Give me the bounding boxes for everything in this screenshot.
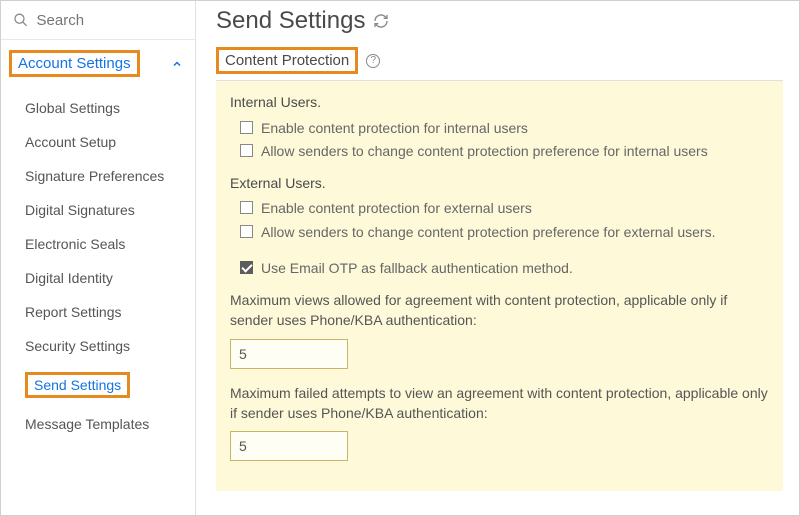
page-title-row: Send Settings <box>216 7 783 47</box>
nav-header-account-settings[interactable]: Account Settings <box>1 40 195 87</box>
sidebar-item-message-templates[interactable]: Message Templates <box>1 407 195 441</box>
checkbox-row-external-enable[interactable]: Enable content protection for external u… <box>230 199 769 219</box>
sidebar-item-global-settings[interactable]: Global Settings <box>1 91 195 125</box>
checkbox-external-enable[interactable] <box>240 201 253 214</box>
search-wrap <box>1 1 195 40</box>
content-protection-panel: Internal Users. Enable content protectio… <box>216 81 783 491</box>
max-failed-label: Maximum failed attempts to view an agree… <box>230 383 769 424</box>
chevron-up-icon <box>171 58 183 70</box>
nav-list: Global Settings Account Setup Signature … <box>1 87 195 445</box>
checkbox-row-internal-allow[interactable]: Allow senders to change content protecti… <box>230 142 769 162</box>
app-container: Account Settings Global Settings Account… <box>1 1 799 515</box>
checkbox-label: Enable content protection for internal u… <box>261 119 528 139</box>
checkbox-email-otp[interactable] <box>240 261 253 274</box>
search-icon <box>13 11 29 29</box>
section-title: Content Protection <box>216 47 358 74</box>
checkbox-internal-enable[interactable] <box>240 121 253 134</box>
sidebar-item-digital-signatures[interactable]: Digital Signatures <box>1 193 195 227</box>
sidebar-item-signature-preferences[interactable]: Signature Preferences <box>1 159 195 193</box>
sidebar-item-send-settings[interactable]: Send Settings <box>1 363 195 407</box>
max-views-input[interactable] <box>230 339 348 369</box>
checkbox-internal-allow[interactable] <box>240 144 253 157</box>
max-failed-input[interactable] <box>230 431 348 461</box>
search-input[interactable] <box>37 12 183 29</box>
internal-users-heading: Internal Users. <box>230 93 769 113</box>
sidebar-item-electronic-seals[interactable]: Electronic Seals <box>1 227 195 261</box>
checkbox-row-internal-enable[interactable]: Enable content protection for internal u… <box>230 119 769 139</box>
main-content: Send Settings Content Protection ? Inter… <box>196 1 799 515</box>
external-users-heading: External Users. <box>230 174 769 194</box>
checkbox-label: Allow senders to change content protecti… <box>261 223 715 243</box>
max-views-label: Maximum views allowed for agreement with… <box>230 290 769 331</box>
nav-header-label: Account Settings <box>9 50 140 77</box>
section-header: Content Protection ? <box>216 47 783 81</box>
page-title: Send Settings <box>216 7 365 35</box>
checkbox-label: Enable content protection for external u… <box>261 199 532 219</box>
checkbox-label: Use Email OTP as fallback authentication… <box>261 259 573 279</box>
help-icon[interactable]: ? <box>366 54 380 68</box>
sidebar: Account Settings Global Settings Account… <box>1 1 196 515</box>
sidebar-item-digital-identity[interactable]: Digital Identity <box>1 261 195 295</box>
checkbox-row-external-allow[interactable]: Allow senders to change content protecti… <box>230 223 769 243</box>
checkbox-label: Allow senders to change content protecti… <box>261 142 708 162</box>
checkbox-row-email-otp[interactable]: Use Email OTP as fallback authentication… <box>230 259 769 279</box>
sidebar-item-account-setup[interactable]: Account Setup <box>1 125 195 159</box>
refresh-icon[interactable] <box>373 13 389 29</box>
sidebar-item-report-settings[interactable]: Report Settings <box>1 295 195 329</box>
sidebar-item-security-settings[interactable]: Security Settings <box>1 329 195 363</box>
checkbox-external-allow[interactable] <box>240 225 253 238</box>
